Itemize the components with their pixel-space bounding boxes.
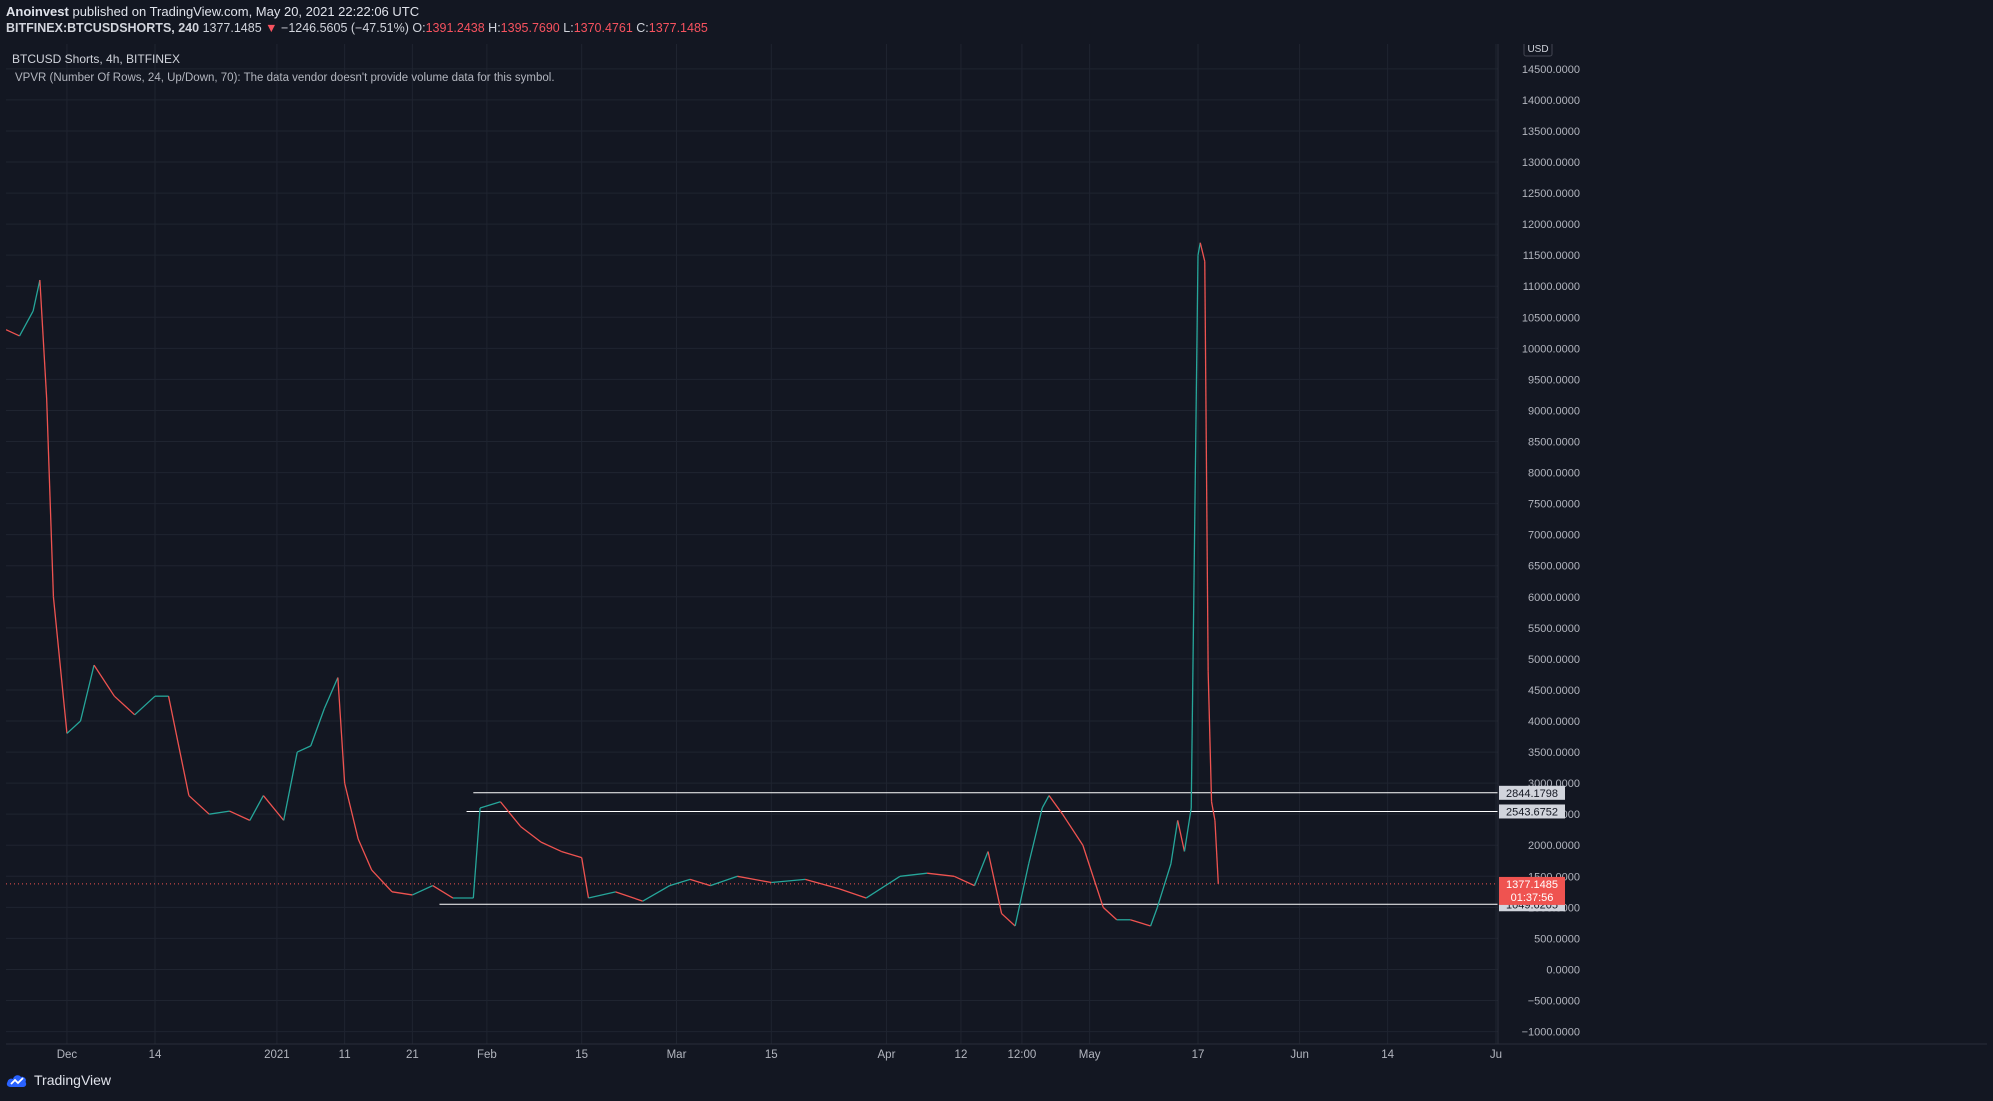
chart-background: [6, 44, 1987, 1063]
publish-text: published on TradingView.com, May 20, 20…: [72, 4, 420, 19]
close-label: C:: [636, 21, 649, 35]
y-tick-label: 0.0000: [1546, 964, 1580, 976]
y-tick-label: 9500.0000: [1528, 374, 1580, 386]
cloud-logo-icon: [6, 1075, 27, 1087]
y-tick-label: 3500.0000: [1528, 747, 1580, 759]
change-value: −1246.5605 (−47.51%): [281, 21, 409, 35]
x-tick-label: 12: [955, 1049, 968, 1061]
last-price-text: 1377.1485: [1506, 879, 1558, 891]
y-tick-label: 6000.0000: [1528, 592, 1580, 604]
open-label: O:: [412, 21, 426, 35]
header-bar: Anoinvest published on TradingView.com, …: [0, 0, 1993, 44]
tradingview-logo[interactable]: TradingView: [6, 1072, 111, 1088]
x-tick-label: 14: [1381, 1049, 1394, 1061]
y-tick-label: 6500.0000: [1528, 561, 1580, 573]
y-tick-label: 13000.0000: [1522, 157, 1580, 169]
y-tick-label: 7000.0000: [1528, 530, 1580, 542]
y-tick-label: 7500.0000: [1528, 499, 1580, 511]
x-tick-label: Ju: [1490, 1049, 1502, 1061]
x-tick-label: Mar: [667, 1049, 687, 1061]
chart-area[interactable]: USD −1000.0000 −500.0000 0.0000 500.0000 1000…: [5, 39, 1987, 1063]
y-tick-label: 12500.0000: [1522, 188, 1580, 200]
footer-brand: TradingView: [34, 1072, 112, 1088]
x-tick-label: Apr: [878, 1049, 896, 1061]
x-tick-label: 17: [1192, 1049, 1205, 1061]
symbol-label: BITFINEX:BTCUSDSHORTS, 240: [6, 21, 200, 35]
y-tick-label: 11000.0000: [1523, 281, 1580, 293]
high-label: H:: [488, 21, 501, 35]
low-value: 1370.4761: [573, 21, 633, 35]
high-value: 1395.7690: [500, 21, 560, 35]
x-tick-label: Feb: [477, 1049, 497, 1061]
x-tick-label: Dec: [57, 1049, 78, 1061]
y-tick-label: 12000.0000: [1522, 219, 1580, 231]
y-tick-label: 2000.0000: [1528, 840, 1580, 852]
x-tick-label: 21: [406, 1049, 419, 1061]
y-tick-label: 8500.0000: [1528, 437, 1580, 449]
y-tick-label: 4000.0000: [1528, 716, 1580, 728]
x-tick-label: May: [1079, 1049, 1101, 1061]
y-tick-label: 10500.0000: [1522, 312, 1580, 324]
x-tick-label: 12:00: [1008, 1049, 1037, 1061]
close-value: 1377.1485: [648, 21, 708, 35]
x-tick-label: 2021: [264, 1049, 290, 1061]
countdown-text: 01:37:56: [1511, 892, 1554, 904]
y-tick-label: −500.0000: [1528, 996, 1580, 1008]
y-tick-label: 10000.0000: [1522, 343, 1580, 355]
y-tick-label: 14500.0000: [1522, 64, 1580, 76]
price-chart[interactable]: USD −1000.0000 −500.0000 0.0000 500.0000 1000…: [5, 39, 1987, 1063]
level-price-text: 2844.1798: [1506, 788, 1558, 800]
y-tick-label: 4500.0000: [1528, 685, 1580, 697]
y-tick-label: 8000.0000: [1528, 468, 1580, 480]
publish-info: Anoinvest published on TradingView.com, …: [6, 4, 419, 19]
y-tick-label: −1000.0000: [1522, 1027, 1580, 1039]
x-tick-label: 15: [765, 1049, 778, 1061]
y-tick-label: 11500.0000: [1523, 250, 1580, 262]
low-label: L:: [563, 21, 574, 35]
currency-label: USD: [1527, 44, 1548, 55]
x-tick-label: 15: [575, 1049, 588, 1061]
vpvr-indicator-note: VPVR (Number Of Rows, 24, Up/Down, 70): …: [15, 72, 555, 84]
y-tick-label: 5500.0000: [1528, 623, 1580, 635]
last-price: 1377.1485: [202, 21, 262, 35]
footer-bar: TradingView: [0, 1063, 1993, 1101]
open-value: 1391.2438: [425, 21, 485, 35]
y-tick-label: 5000.0000: [1528, 654, 1580, 666]
x-tick-label: 14: [149, 1049, 162, 1061]
y-tick-label: 500.0000: [1534, 933, 1580, 945]
y-tick-label: 13500.0000: [1522, 126, 1580, 138]
x-tick-label: 11: [339, 1049, 351, 1061]
y-tick-label: 9000.0000: [1528, 405, 1580, 417]
x-tick-label: Jun: [1290, 1049, 1309, 1061]
quote-line: BITFINEX:BTCUSDSHORTS, 240 1377.1485 ▼ −…: [6, 21, 708, 35]
change-arrow-icon: ▼: [265, 21, 278, 35]
y-tick-label: 14000.0000: [1522, 95, 1580, 107]
author-name[interactable]: Anoinvest: [6, 4, 69, 19]
level-price-text: 2543.6752: [1506, 806, 1558, 818]
chart-legend-title: BTCUSD Shorts, 4h, BITFINEX: [12, 52, 180, 66]
